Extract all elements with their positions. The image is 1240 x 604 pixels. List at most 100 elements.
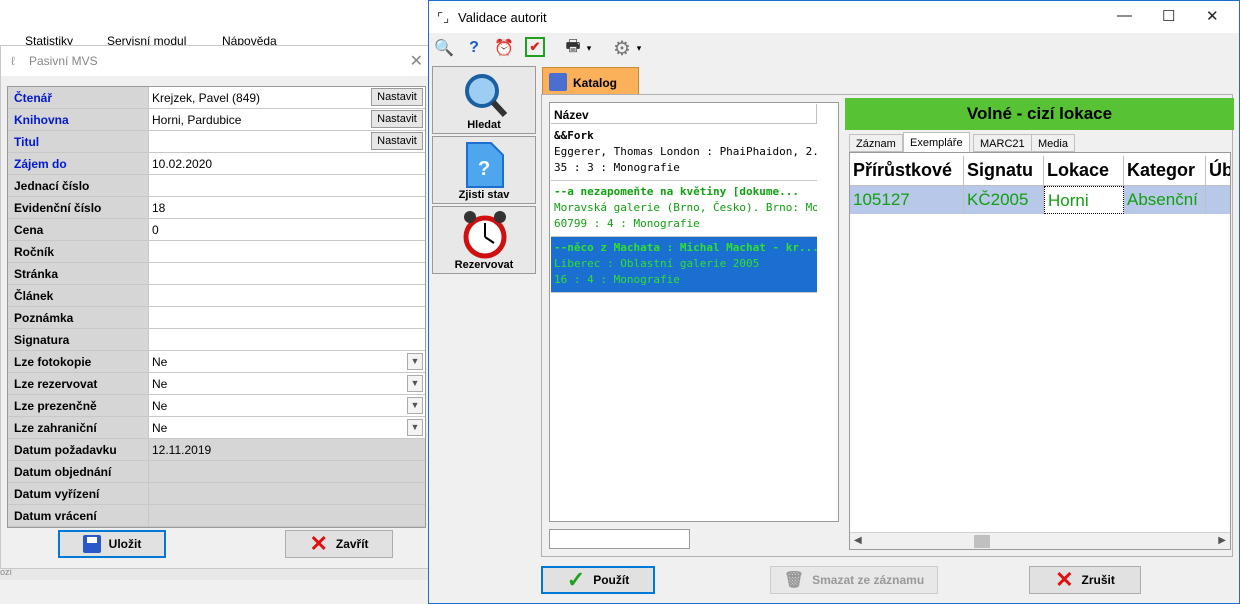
field-label: Ročník [14, 245, 55, 259]
reserve-button[interactable]: Rezervovat [432, 206, 536, 274]
form-row: Evidenční číslo 18 [8, 197, 425, 219]
field-label: Datum vrácení [14, 509, 97, 523]
chevron-down-icon[interactable]: ▼ [407, 375, 423, 392]
search-action-button[interactable]: Hledat [432, 66, 536, 134]
cancel-label: Zrušit [1081, 573, 1115, 587]
alarm-clock-icon[interactable]: ⏰ [493, 37, 515, 59]
close-label: Zavřít [335, 537, 369, 551]
text-field[interactable] [148, 175, 425, 196]
list-item-line: Eggerer, Thomas London : PhaiPhaidon, 2.… [554, 145, 817, 158]
table-cell[interactable]: 105127 [850, 186, 964, 214]
scroll-thumb[interactable] [974, 535, 990, 548]
detail-panel: Volné - cizí lokace Záznam Exempláře MAR… [845, 98, 1234, 553]
list-header-nazev[interactable]: Název [551, 104, 817, 124]
dialog-titlebar: ℓ Pasivní MVS ✕ [1, 46, 429, 76]
close-icon[interactable]: ✕ [410, 51, 423, 71]
save-label: Uložit [108, 537, 142, 551]
chevron-down-icon[interactable]: ▾ [584, 37, 594, 59]
gear-icon[interactable]: ⚙ [611, 37, 633, 60]
field-label: Datum požadavku [14, 443, 117, 457]
column-header[interactable]: Kategor [1124, 156, 1206, 186]
maximize-icon[interactable]: ☐ [1162, 7, 1175, 25]
search-icon[interactable]: 🔍 [433, 37, 455, 59]
column-header[interactable]: Lokace [1044, 156, 1124, 186]
list-item[interactable]: &&Fork Eggerer, Thomas London : PhaiPhaid… [551, 125, 817, 181]
text-field [148, 505, 425, 526]
text-field[interactable] [148, 285, 425, 306]
field-label: Signatura [14, 333, 70, 347]
tab-zaznam[interactable]: Záznam [849, 134, 903, 152]
form-row: Knihovna Horni, Pardubice Nastavit [8, 109, 425, 131]
printer-icon[interactable]: 🖶 [562, 37, 584, 59]
column-header[interactable]: Přírůstkové [850, 156, 964, 186]
tab-exemplare[interactable]: Exempláře [903, 132, 970, 152]
form-row: Titul Nastavit [8, 131, 425, 153]
text-field[interactable] [148, 263, 425, 284]
nastavit-button[interactable]: Nastavit [371, 88, 423, 106]
text-field[interactable]: 0 [148, 219, 425, 240]
list-item-line: Liberec : Oblastní galerie 2005 [554, 257, 760, 270]
document-question-icon: ? [466, 142, 504, 188]
tab-katalog[interactable]: Katalog [542, 67, 639, 95]
dialog-title: Pasivní MVS [29, 54, 98, 68]
chevron-down-icon[interactable]: ▼ [407, 397, 423, 414]
tab-marc21[interactable]: MARC21 [973, 134, 1032, 152]
delete-label: Smazat ze záznamu [812, 573, 925, 587]
list-item[interactable]: --a nezapomeňte na květiny [dokume... Mor… [551, 181, 817, 237]
scroll-right-icon[interactable]: ▶ [1218, 535, 1226, 546]
table-cell[interactable]: KČ2005 [964, 186, 1044, 214]
minimize-icon[interactable]: — [1117, 7, 1132, 24]
table-cell[interactable] [1206, 186, 1230, 214]
nastavit-button[interactable]: Nastavit [371, 110, 423, 128]
field-label: Titul [14, 135, 40, 149]
table-cell[interactable]: Absenční [1124, 186, 1206, 214]
toolbar: 🔍 ? ⏰ ✔ 🖶 ▾ ⚙ ▾ [429, 33, 1239, 63]
select-field[interactable]: Ne [148, 351, 425, 372]
select-field[interactable]: Ne [148, 395, 425, 416]
horizontal-scrollbar[interactable]: ◀ ▶ [850, 532, 1230, 549]
list-item-line: &&Fork [554, 129, 594, 142]
select-field[interactable]: Ne [148, 373, 425, 394]
cancel-button[interactable]: ✕ Zrušit [1029, 566, 1141, 594]
text-field[interactable] [148, 329, 425, 350]
chevron-down-icon[interactable]: ▼ [407, 419, 423, 436]
pasivni-mvs-dialog: ℓ Pasivní MVS ✕ Čtenář Krejzek, Pavel (84… [0, 45, 430, 569]
list-item[interactable]: --něco z Machata : Michal Machat - kr...… [551, 237, 817, 293]
select-field[interactable]: Ne [148, 417, 425, 438]
list-item-line: 60799 : 4 : Monografie [554, 217, 700, 230]
list-item-line: --něco z Machata : Michal Machat - kr... [554, 241, 817, 254]
chevron-down-icon[interactable]: ▾ [634, 37, 644, 59]
column-header[interactable]: Úb [1206, 156, 1230, 186]
text-field[interactable]: 10.02.2020 [148, 153, 425, 174]
column-header[interactable]: Signatu [964, 156, 1044, 186]
status-banner: Volné - cizí lokace [845, 98, 1234, 130]
delete-from-record-button[interactable]: 🗑 Smazat ze záznamu [770, 566, 938, 594]
check-status-label: Zjisti stav [458, 189, 510, 201]
checkbox-icon[interactable]: ✔ [525, 37, 545, 57]
background-app-titlebar [0, 0, 430, 30]
text-field[interactable] [148, 241, 425, 262]
search-input[interactable] [549, 529, 690, 549]
use-button[interactable]: ✓ Použít [541, 566, 655, 594]
form-row: Datum vrácení [8, 505, 425, 527]
close-icon[interactable]: ✕ [1206, 7, 1219, 25]
field-label: Zájem do [14, 157, 67, 171]
text-field[interactable] [148, 307, 425, 328]
text-field[interactable]: 18 [148, 197, 425, 218]
chevron-down-icon[interactable]: ▼ [407, 353, 423, 370]
field-label: Cena [14, 223, 44, 237]
table-cell[interactable]: Horni [1044, 186, 1124, 214]
check-status-button[interactable]: ? Zjisti stav [432, 136, 536, 204]
save-button[interactable]: Uložit [58, 530, 166, 558]
form-row: Cena 0 [8, 219, 425, 241]
form-row: Lze fotokopie Ne ▼ [8, 351, 425, 373]
field-label: Lze prezenčně [14, 399, 97, 413]
tab-media[interactable]: Media [1031, 134, 1075, 152]
nastavit-button[interactable]: Nastavit [371, 132, 423, 150]
scroll-left-icon[interactable]: ◀ [854, 535, 862, 546]
validace-autorit-dialog: ⌜⌟ Validace autorit — ☐ ✕ 🔍 ? ⏰ ✔ 🖶 ▾ ⚙ … [428, 0, 1240, 604]
form-row: Zájem do 10.02.2020 [8, 153, 425, 175]
query-document-icon[interactable]: ? [463, 37, 485, 59]
form-row: Ročník [8, 241, 425, 263]
close-button[interactable]: ✕ Zavřít [285, 530, 393, 558]
